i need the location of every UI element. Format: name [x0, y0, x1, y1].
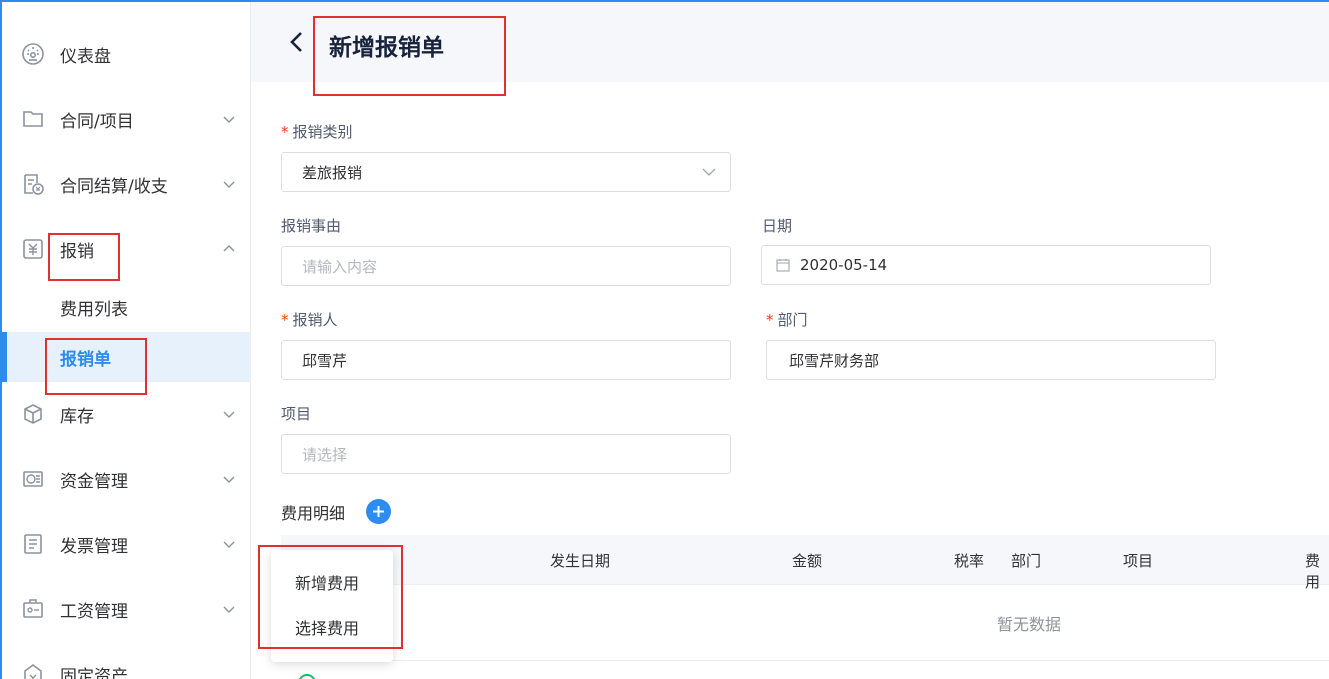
chevron-down-icon	[223, 411, 235, 418]
settlement-icon	[20, 171, 46, 197]
category-label: * 报销类别	[281, 123, 353, 141]
department-label: * 部门	[766, 311, 808, 329]
sidebar-subitem-label: 费用列表	[60, 299, 128, 320]
sidebar-item-reimbursement[interactable]: 报销	[2, 229, 251, 269]
chevron-down-icon	[223, 541, 235, 548]
sidebar-subitem-expense-list[interactable]: 费用列表	[2, 282, 251, 332]
person-label: * 报销人	[281, 311, 338, 329]
required-mark: *	[281, 123, 289, 141]
folder-icon	[20, 106, 46, 132]
sidebar-item-settlement[interactable]: 合同结算/收支	[2, 164, 251, 204]
yen-icon	[20, 236, 46, 262]
project-label: 项目	[281, 405, 312, 423]
date-value: 2020-05-14	[800, 256, 888, 274]
sidebar-item-label: 资金管理	[60, 471, 128, 492]
sidebar-item-label: 发票管理	[60, 536, 128, 557]
sidebar-item-invoice[interactable]: 发票管理	[2, 524, 251, 564]
annotation-box-title	[313, 16, 506, 96]
chevron-down-icon	[223, 476, 235, 483]
department-value: 邱雪芹财务部	[789, 351, 880, 370]
project-placeholder: 请选择	[302, 445, 348, 464]
sidebar-item-label: 工资管理	[60, 601, 128, 622]
reason-placeholder: 请输入内容	[302, 257, 378, 276]
date-label: 日期	[762, 217, 793, 235]
status-circle-icon	[298, 674, 316, 679]
annotation-box-reimbursement-form	[45, 338, 147, 395]
sidebar-item-label: 库存	[60, 406, 94, 427]
chevron-down-icon	[223, 606, 235, 613]
add-expense-button[interactable]	[366, 499, 391, 524]
back-arrow-icon[interactable]	[288, 30, 306, 54]
invoice-icon	[20, 531, 46, 557]
chevron-down-icon	[223, 116, 235, 123]
sidebar-item-label: 合同结算/收支	[60, 176, 168, 197]
sidebar-item-contract[interactable]: 合同/项目	[2, 99, 251, 139]
chevron-up-icon	[223, 245, 235, 252]
sidebar-item-label: 固定资产	[60, 666, 128, 679]
required-mark: *	[766, 311, 774, 329]
column-header: 发生日期	[550, 552, 611, 570]
expense-table-header: 发生日期 金额 税率 部门 项目 费用	[281, 535, 1329, 591]
chevron-down-icon	[702, 168, 716, 176]
expense-table-body: 暂无数据	[281, 585, 1329, 661]
column-header: 部门	[1011, 552, 1042, 570]
annotation-box-reimbursement	[48, 233, 120, 281]
category-value: 差旅报销	[302, 163, 363, 182]
department-input[interactable]: 邱雪芹财务部	[766, 340, 1216, 380]
chevron-down-icon	[223, 181, 235, 188]
calendar-icon	[776, 259, 790, 272]
project-select[interactable]: 请选择	[281, 434, 731, 474]
sidebar-item-label: 合同/项目	[60, 111, 134, 132]
category-select[interactable]: 差旅报销	[281, 152, 731, 192]
sidebar-item-dashboard[interactable]: 仪表盘	[2, 34, 251, 74]
person-input[interactable]: 邱雪芹	[281, 340, 731, 380]
column-header: 金额	[792, 552, 823, 570]
fund-icon	[20, 466, 46, 492]
reason-input[interactable]: 请输入内容	[281, 246, 731, 286]
expense-details-title: 费用明细	[281, 504, 346, 523]
column-header: 税率	[954, 552, 985, 570]
sidebar-item-inventory[interactable]: 库存	[2, 394, 251, 434]
required-mark: *	[281, 311, 289, 329]
reason-label: 报销事由	[281, 217, 342, 235]
annotation-box-dropdown	[258, 545, 403, 649]
asset-icon	[20, 661, 46, 679]
salary-icon	[20, 596, 46, 622]
sidebar-item-fixed-assets[interactable]: 固定资产	[2, 654, 251, 679]
sidebar-item-salary[interactable]: 工资管理	[2, 589, 251, 629]
dashboard-icon	[20, 41, 46, 67]
person-value: 邱雪芹	[302, 351, 348, 370]
date-picker[interactable]: 2020-05-14	[761, 245, 1211, 285]
empty-state-text: 暂无数据	[997, 615, 1062, 634]
box-icon	[20, 401, 46, 427]
plus-icon	[373, 506, 384, 517]
column-header: 项目	[1123, 552, 1154, 570]
sidebar-item-label: 仪表盘	[60, 46, 111, 67]
sidebar-item-funds[interactable]: 资金管理	[2, 459, 251, 499]
